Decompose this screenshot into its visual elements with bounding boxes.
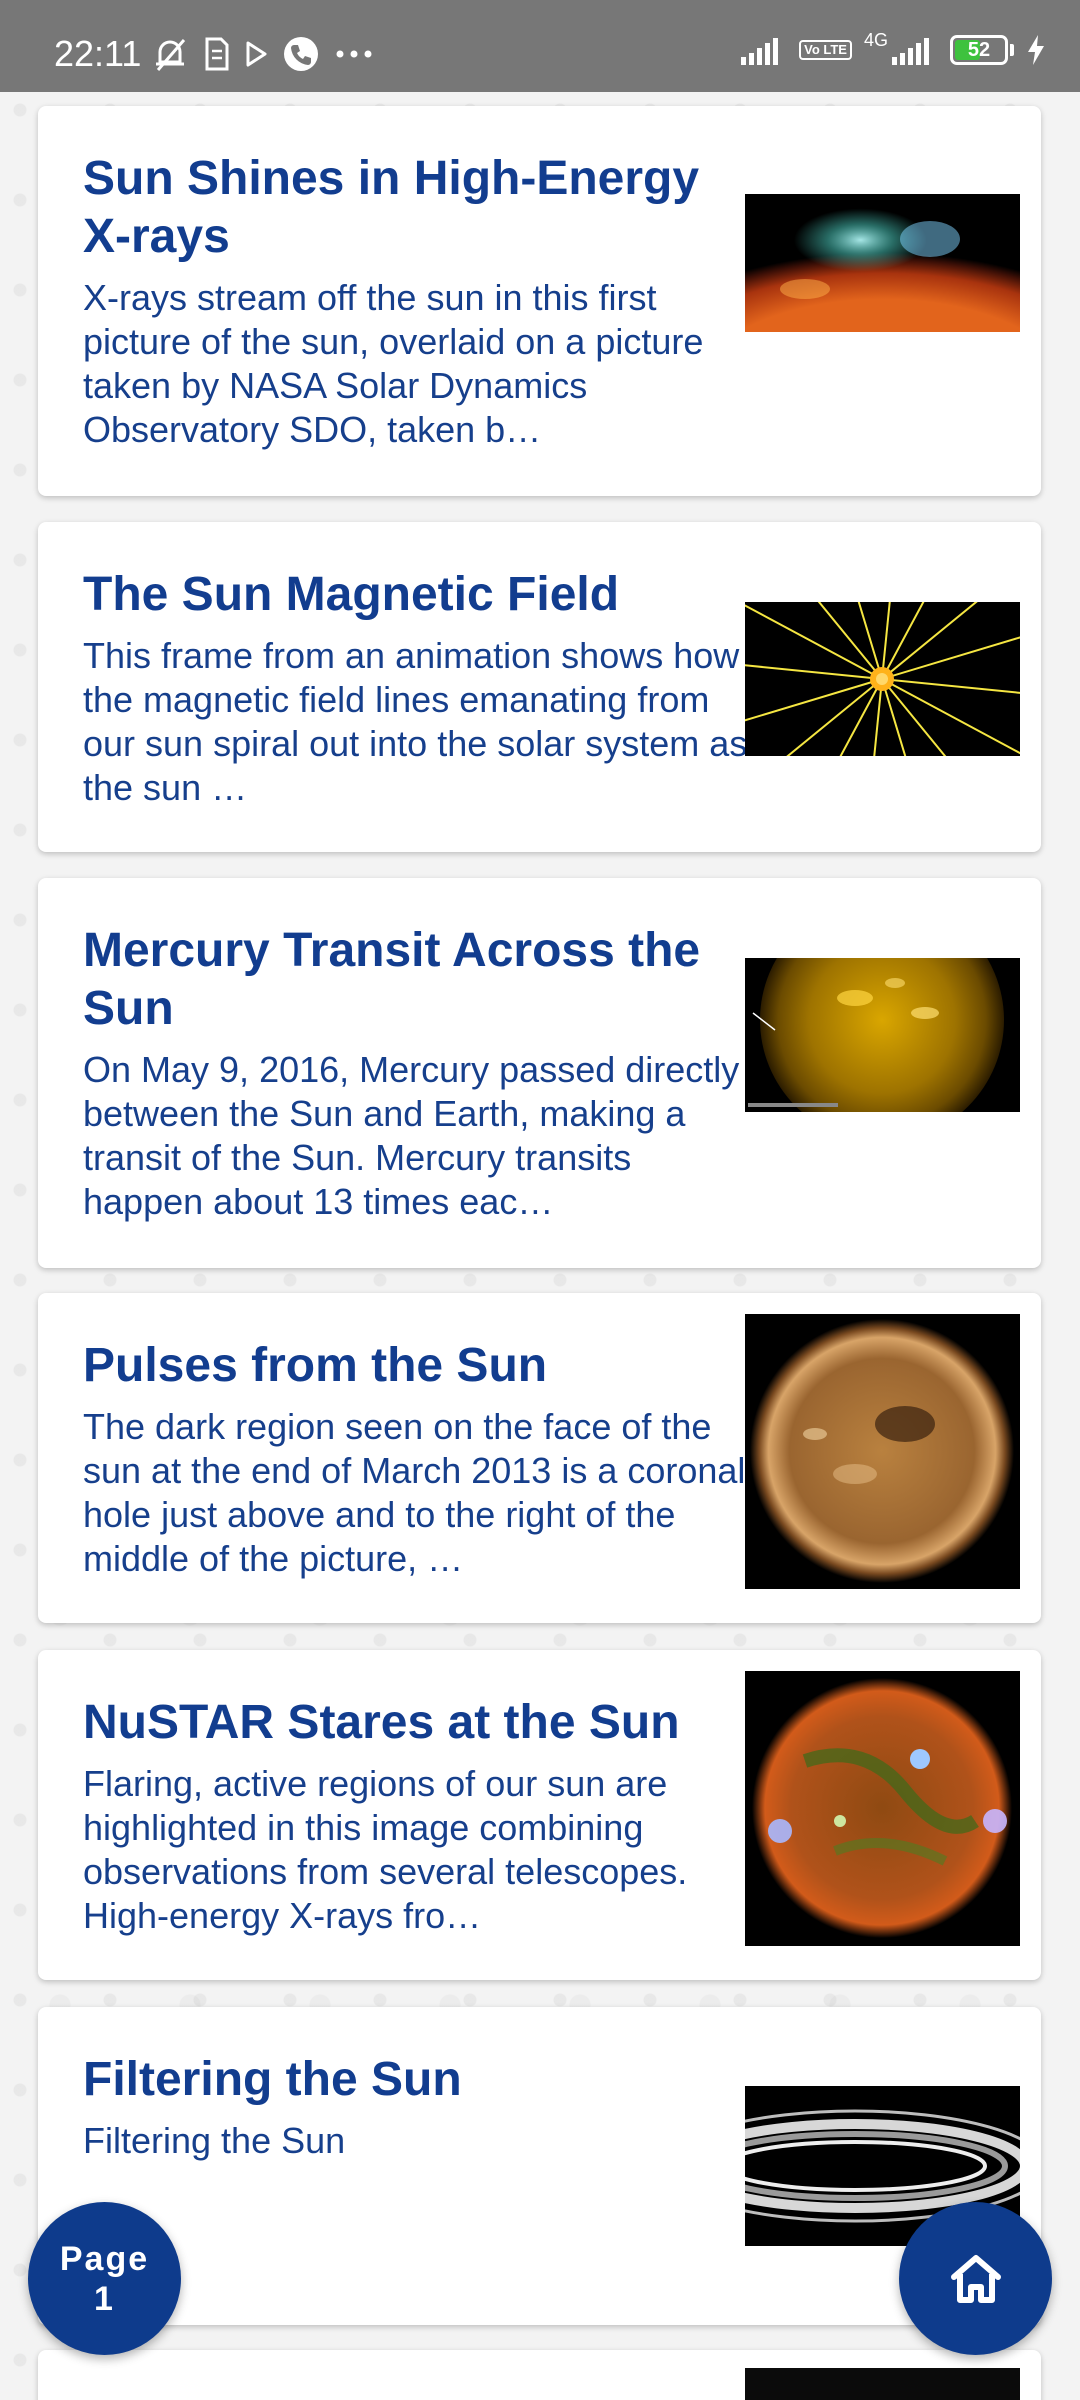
article-title: The Sun Magnetic Field [83, 568, 620, 621]
article-text: Sun Shines in High-Energy X-rays X-rays … [83, 150, 755, 452]
article-text: The Sun Magnetic Field This frame from a… [83, 566, 755, 810]
status-time: 22:11 [54, 33, 142, 74]
article-title: Mercury Transit Across the Sun [83, 924, 701, 1035]
page-number: 1 [94, 2279, 115, 2318]
article-text: NuSTAR Stares at the Sun Flaring, active… [83, 1694, 755, 1938]
battery-tip [1010, 44, 1014, 56]
status-right-icons: Vo LTE 4G 52 [741, 28, 1046, 72]
article-description: On May 9, 2016, Mercury passed directly … [83, 1049, 740, 1222]
article-card[interactable]: The Sun Magnetic Field This frame from a… [38, 522, 1041, 852]
play-store-icon [246, 41, 267, 67]
status-bar: 22:11 Vo LTE 4G 52 [0, 0, 1080, 92]
more-dots-icon [336, 50, 372, 58]
article-card[interactable]: NuSTAR Stares at the Sun Flaring, active… [38, 1650, 1041, 1980]
page-indicator-button[interactable]: Page 1 [28, 2202, 181, 2355]
article-card[interactable] [38, 2350, 1041, 2400]
article-card[interactable]: Filtering the Sun Filtering the Sun [38, 2007, 1041, 2325]
page-label: Page [59, 2239, 150, 2278]
battery-level: 52 [967, 39, 991, 61]
phone-call-icon [284, 37, 318, 71]
article-title: Pulses from the Sun [83, 1339, 548, 1392]
article-thumbnail [745, 194, 1020, 332]
article-description: X-rays stream off the sun in this first … [83, 277, 704, 450]
charging-icon [1028, 35, 1044, 65]
home-button[interactable] [899, 2202, 1052, 2355]
article-thumbnail [745, 1671, 1020, 1946]
article-text: Filtering the Sun Filtering the Sun [83, 2051, 755, 2163]
article-description: Filtering the Sun [83, 2120, 346, 2161]
article-list: Sun Shines in High-Energy X-rays X-rays … [0, 0, 1080, 2400]
article-thumbnail [745, 2368, 1020, 2400]
article-card[interactable]: Mercury Transit Across the Sun On May 9,… [38, 878, 1041, 1268]
home-icon [950, 2254, 1001, 2303]
article-description: The dark region seen on the face of the … [83, 1406, 746, 1579]
article-title: NuSTAR Stares at the Sun [83, 1696, 680, 1749]
article-text: Mercury Transit Across the Sun On May 9,… [83, 922, 755, 1224]
article-card[interactable]: Pulses from the Sun The dark region seen… [38, 1293, 1041, 1623]
volte-badge: Vo LTE [799, 40, 852, 60]
signal-icon [741, 38, 779, 65]
article-thumbnail [745, 602, 1020, 756]
article-description: Flaring, active regions of our sun are h… [83, 1763, 688, 1936]
sim-card-icon [205, 37, 229, 71]
mute-icon [156, 39, 186, 71]
status-left-icons [150, 32, 374, 76]
article-card[interactable]: Sun Shines in High-Energy X-rays X-rays … [38, 106, 1041, 496]
article-title: Sun Shines in High-Energy X-rays [83, 152, 700, 263]
signal-icon-secondary [892, 38, 929, 65]
article-text: Pulses from the Sun The dark region seen… [83, 1337, 755, 1581]
battery-icon: 52 [950, 35, 1008, 65]
article-thumbnail [745, 1314, 1020, 1589]
article-title: Filtering the Sun [83, 2053, 462, 2106]
article-thumbnail [745, 958, 1020, 1112]
article-description: This frame from an animation shows how t… [83, 635, 748, 808]
network-type: 4G [863, 30, 888, 50]
